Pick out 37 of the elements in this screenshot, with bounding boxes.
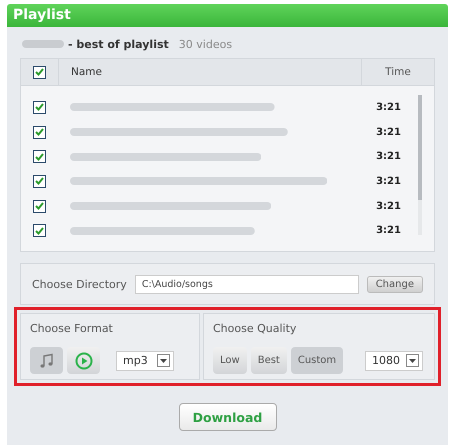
- row-checkbox[interactable]: [33, 224, 46, 238]
- time-cell-text: 3:21: [375, 200, 402, 212]
- video-count: 30 videos: [178, 38, 232, 50]
- caret-icon: [160, 358, 167, 362]
- row-checkbox[interactable]: [33, 126, 46, 139]
- directory-label: Choose Directory: [32, 278, 127, 290]
- quality-label: Choose Quality: [213, 322, 298, 335]
- row-checkbox[interactable]: [33, 174, 46, 188]
- blurred-text-drawing: [22, 39, 64, 49]
- music-note-icon: [38, 352, 54, 368]
- row-checkbox[interactable]: [33, 100, 46, 114]
- format-label: Choose Format: [30, 322, 114, 335]
- column-header: Time: [385, 66, 411, 78]
- window-title: Playlist: [7, 4, 448, 27]
- time-cell-text: 3:21: [375, 151, 402, 162]
- change-button[interactable]: Change: [366, 276, 423, 292]
- quality-button[interactable]: Low: [213, 347, 247, 374]
- scrollbar-track[interactable]: [418, 95, 422, 235]
- caret-icon: [409, 358, 416, 362]
- playlist-title: - best of playlist: [68, 38, 169, 50]
- music-note-button[interactable]: [30, 347, 63, 374]
- directory-field[interactable]: C:\Audio/songs: [134, 274, 359, 294]
- time-cell-text: 3:21: [375, 225, 402, 236]
- quality-button[interactable]: Custom: [290, 347, 344, 374]
- time-cell-text: 3:21: [375, 102, 402, 113]
- time-cell-text: 3:21: [375, 126, 402, 138]
- resolution-dropdown[interactable]: 1080: [365, 350, 423, 370]
- time-cell-text: 3:21: [375, 176, 402, 187]
- download-button[interactable]: Download: [178, 403, 276, 431]
- format-dropdown[interactable]: mp3: [116, 350, 174, 370]
- scrollbar-thumb[interactable]: [418, 95, 422, 200]
- row-checkbox[interactable]: [33, 200, 46, 213]
- column-header: Name: [71, 66, 102, 78]
- play-icon: [74, 352, 92, 370]
- row-checkbox[interactable]: [33, 150, 46, 164]
- select-all-checkbox[interactable]: [33, 66, 46, 78]
- quality-button[interactable]: Best: [250, 347, 287, 374]
